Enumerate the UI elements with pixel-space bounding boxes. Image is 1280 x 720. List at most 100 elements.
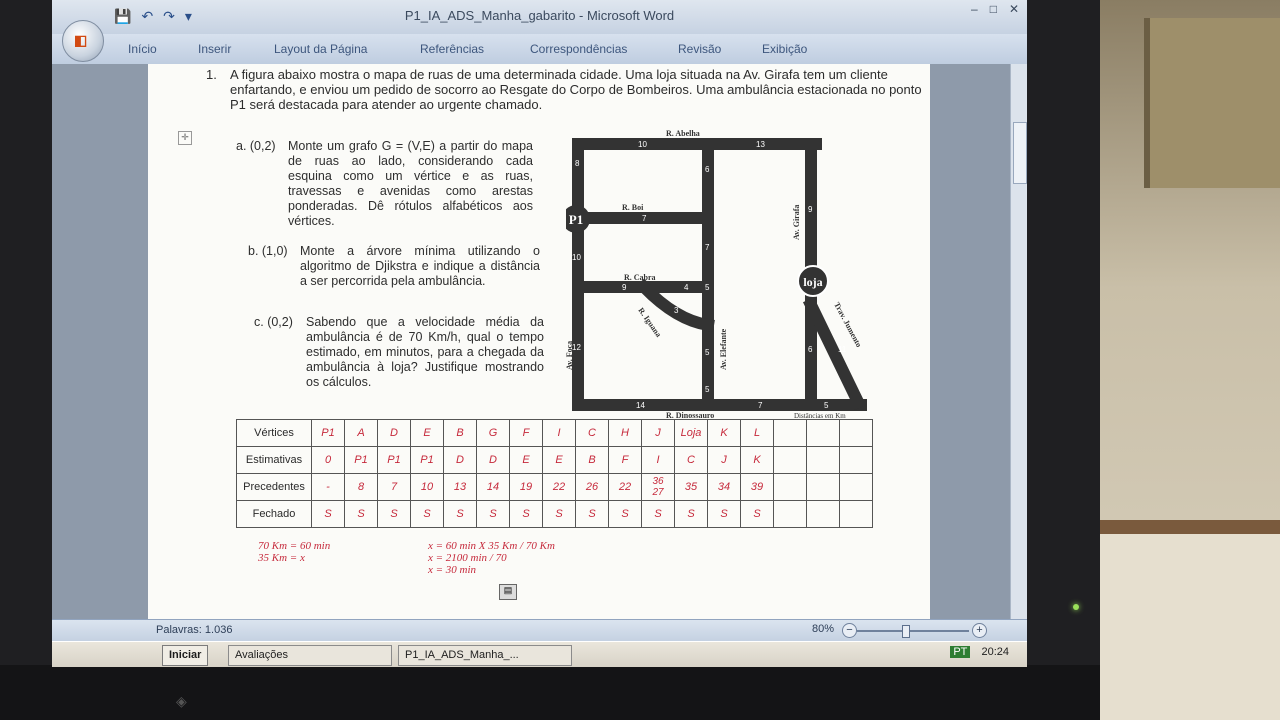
table-cell: F bbox=[608, 446, 642, 474]
table-cell bbox=[806, 500, 840, 528]
question-number: 1. bbox=[206, 67, 217, 82]
calc-line: 35 Km = x bbox=[258, 552, 305, 564]
start-button[interactable]: Iniciar bbox=[162, 645, 209, 666]
title-bar: 💾 ↶ ↷ ▾ P1_IA_ADS_Manha_gabarito - Micro… bbox=[52, 0, 1027, 34]
table-cell: B bbox=[575, 446, 609, 474]
street-label-abelha: R. Abelha bbox=[666, 130, 700, 138]
table-row: Vértices P1 A D E B G F I C H J Loja K L bbox=[236, 419, 873, 447]
table-cell bbox=[806, 473, 840, 501]
table-cell: C bbox=[674, 446, 708, 474]
weight-label: 9 bbox=[808, 205, 813, 214]
table-cell: S bbox=[641, 500, 675, 528]
calc-line: x = 2100 min / 70 bbox=[428, 552, 507, 564]
table-cell: A bbox=[344, 419, 378, 447]
weight-label: 10 bbox=[638, 140, 647, 149]
table-cell bbox=[773, 473, 807, 501]
table-cell: I bbox=[641, 446, 675, 474]
zoom-slider[interactable] bbox=[857, 630, 969, 632]
table-cell: 0 bbox=[311, 446, 345, 474]
zoom-slider-knob[interactable] bbox=[902, 625, 910, 638]
weight-label: 13 bbox=[756, 140, 765, 149]
document-page[interactable]: 1. A figura abaixo mostra o mapa de ruas… bbox=[148, 64, 930, 619]
table-move-handle-icon[interactable]: ✛ bbox=[178, 131, 192, 145]
table-cell: J bbox=[641, 419, 675, 447]
scrollbar-thumb[interactable] bbox=[1013, 122, 1027, 184]
monitor-logo-icon: ◈ bbox=[176, 693, 187, 709]
street-map: P1 loja R. Abelha R. Boi R. Cabra R. Din… bbox=[562, 129, 876, 420]
table-cell: B bbox=[443, 419, 477, 447]
street-label-cabra: R. Cabra bbox=[624, 273, 656, 282]
street-label-jumento: Trav. Jumento bbox=[832, 301, 863, 349]
item-c-text: Sabendo que a velocidade média da ambulâ… bbox=[306, 315, 544, 389]
zoom-level[interactable]: 80% bbox=[812, 623, 834, 635]
table-row: Fechado S S S S S S S S S S S S S S bbox=[236, 500, 873, 528]
tab-revisao[interactable]: Revisão bbox=[678, 42, 721, 56]
table-cell: 19 bbox=[509, 473, 543, 501]
table-cell bbox=[806, 446, 840, 474]
table-cell: I bbox=[542, 419, 576, 447]
tab-correspondencias[interactable]: Correspondências bbox=[530, 42, 627, 56]
minimize-button[interactable]: – bbox=[971, 2, 978, 16]
table-cell bbox=[839, 473, 873, 501]
row-header: Precedentes bbox=[236, 473, 312, 501]
weight-label: 12 bbox=[572, 343, 581, 352]
table-cell: 36 27 bbox=[641, 473, 675, 501]
table-cell: D bbox=[377, 419, 411, 447]
table-cell: P1 bbox=[410, 446, 444, 474]
item-b: b. (1,0) Monte a árvore mínima utilizand… bbox=[248, 244, 540, 289]
table-cell: K bbox=[707, 419, 741, 447]
table-cell: S bbox=[311, 500, 345, 528]
vertical-scrollbar[interactable] bbox=[1010, 64, 1027, 619]
system-tray: PT 20:24 bbox=[950, 646, 1009, 658]
zoom-out-icon[interactable]: − bbox=[842, 623, 857, 638]
tab-inserir[interactable]: Inserir bbox=[198, 42, 231, 56]
table-cell: H bbox=[608, 419, 642, 447]
dijkstra-table-body: Vértices P1 A D E B G F I C H J Loja K L Estimativas 0 P1… bbox=[236, 419, 873, 528]
item-b-label: b. (1,0) bbox=[248, 244, 288, 258]
window-controls: – □ ✕ bbox=[971, 2, 1019, 16]
paste-options-icon[interactable]: ▤ bbox=[499, 584, 517, 600]
table-cell: 22 bbox=[608, 473, 642, 501]
background-wall bbox=[1100, 0, 1280, 720]
taskbar-item-avaliacoes[interactable]: Avaliações bbox=[228, 645, 392, 666]
table-cell: 39 bbox=[740, 473, 774, 501]
table-cell: S bbox=[410, 500, 444, 528]
document-area: 1. A figura abaixo mostra o mapa de ruas… bbox=[52, 64, 1012, 619]
table-cell: E bbox=[509, 446, 543, 474]
table-cell: S bbox=[608, 500, 642, 528]
table-cell: S bbox=[575, 500, 609, 528]
table-cell: J bbox=[707, 446, 741, 474]
calc-notes-right: x = 60 min X 35 Km / 70 Km x = 2100 min … bbox=[428, 540, 555, 576]
zoom-in-icon[interactable]: + bbox=[972, 623, 987, 638]
table-cell: E bbox=[542, 446, 576, 474]
close-button[interactable]: ✕ bbox=[1009, 2, 1019, 16]
table-cell: F bbox=[509, 419, 543, 447]
taskbar-item-word[interactable]: P1_IA_ADS_Manha_... bbox=[398, 645, 572, 666]
office-button[interactable]: ◧ bbox=[62, 20, 104, 62]
row-header: Vértices bbox=[236, 419, 312, 447]
tab-layout[interactable]: Layout da Página bbox=[274, 42, 367, 56]
tab-exibicao[interactable]: Exibição bbox=[762, 42, 807, 56]
table-cell: 35 bbox=[674, 473, 708, 501]
table-cell: 7 bbox=[377, 473, 411, 501]
table-cell: P1 bbox=[377, 446, 411, 474]
item-c: c. (0,2) Sabendo que a velocidade média … bbox=[254, 315, 544, 390]
question-intro-text: A figura abaixo mostra o mapa de ruas de… bbox=[230, 67, 922, 112]
word-count[interactable]: Palavras: 1.036 bbox=[156, 624, 232, 636]
table-cell bbox=[839, 500, 873, 528]
maximize-button[interactable]: □ bbox=[990, 2, 997, 16]
street-label-elefante: Av. Elefante bbox=[719, 328, 728, 370]
window-title: P1_IA_ADS_Manha_gabarito - Microsoft Wor… bbox=[404, 8, 675, 23]
tab-inicio[interactable]: Início bbox=[128, 42, 157, 56]
calc-line: x = 30 min bbox=[428, 564, 477, 576]
tab-referencias[interactable]: Referências bbox=[420, 42, 484, 56]
clock: 20:24 bbox=[981, 646, 1009, 658]
power-led bbox=[1073, 604, 1079, 610]
table-cell bbox=[773, 500, 807, 528]
calc-line: x = 60 min X 35 Km / 70 Km bbox=[428, 540, 555, 552]
dijkstra-table: Vértices P1 A D E B G F I C H J Loja K L Estimativas 0 P1… bbox=[236, 419, 873, 528]
table-cell: D bbox=[443, 446, 477, 474]
calc-line: 70 Km = 60 min bbox=[258, 540, 331, 552]
language-indicator[interactable]: PT bbox=[950, 646, 971, 658]
table-cell bbox=[773, 446, 807, 474]
